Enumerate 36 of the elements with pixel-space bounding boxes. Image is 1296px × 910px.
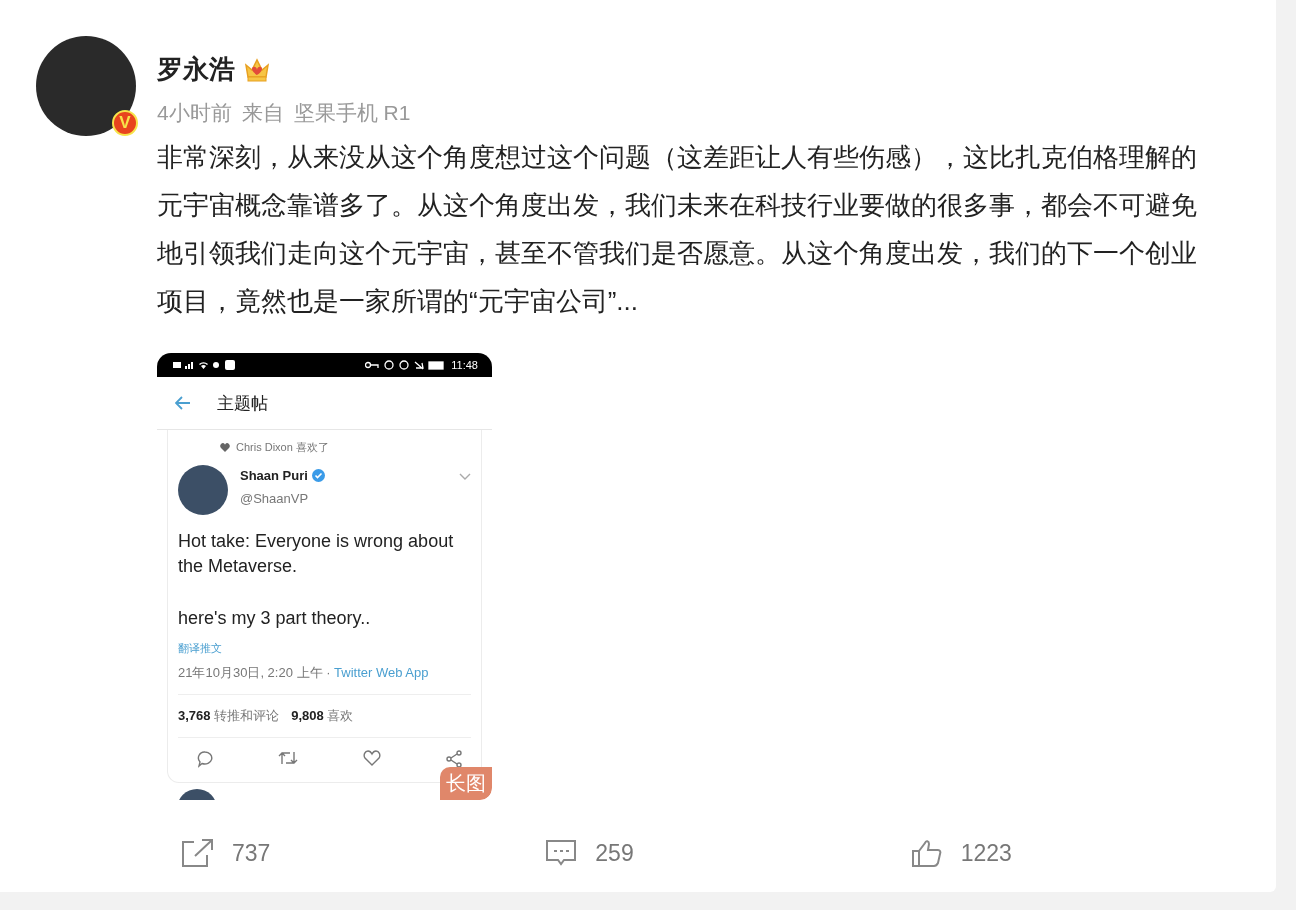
thumbs-up-icon xyxy=(910,838,943,868)
heart-icon xyxy=(362,750,381,766)
share-icon xyxy=(445,750,463,768)
like-action[interactable]: 1223 xyxy=(910,838,1276,868)
status-time: 11:48 xyxy=(451,359,478,371)
translate-link[interactable]: 翻译推文 xyxy=(178,641,471,656)
tweet-screenshot[interactable]: 11:48 主题帖 Chris Dixon 喜欢了 Shaan Puri @ShaanVP Hot take: Everyone is wrong about the Metaverse. here's my 3 part theory.. 翻译推文 21年10月30日, 2:20 上午 · Twitter Web App 3,768 转推和评论 9,808 喜欢 长图 xyxy=(157,353,492,800)
comment-action[interactable]: 259 xyxy=(545,838,911,868)
post-text: 非常深刻，从来没从这个角度想过这个问题（这差距让人有些伤感），这比扎克伯格理解的元宇宙概念靠谱多了。从这个角度出发，我们未来在科技行业要做的很多事，都会不可避免地引领我们走向这个元宇宙，甚至不管我们是否愿意。从这个角度出发，我们的下一个创业项目，竟然也是一家所谓的“元宇宙公司”... xyxy=(157,141,1198,318)
verified-check-icon xyxy=(311,469,325,482)
comment-icon xyxy=(196,750,214,768)
crown-icon xyxy=(243,56,271,83)
chevron-down-icon xyxy=(459,473,471,480)
author-name[interactable]: 罗永浩 xyxy=(157,52,235,87)
post-time: 4小时前 xyxy=(157,100,232,126)
liked-by-text: Chris Dixon 喜欢了 xyxy=(236,440,329,455)
client-link[interactable]: Twitter Web App xyxy=(334,665,429,680)
tweet-date: 21年10月30日, 2:20 上午 · xyxy=(178,665,332,680)
long-image-badge: 长图 xyxy=(440,767,492,800)
share-icon xyxy=(180,838,214,868)
heart-icon xyxy=(220,443,230,452)
tweet-text: Hot take: Everyone is wrong about the Metaverse. xyxy=(178,530,455,578)
source-device: 坚果手机 R1 xyxy=(293,100,411,126)
tweet-text: here's my 3 part theory.. xyxy=(178,607,372,630)
back-arrow-icon[interactable] xyxy=(175,396,191,410)
retweet-icon xyxy=(278,750,299,766)
verified-badge: V xyxy=(112,110,138,136)
tweet-author: Shaan Puri xyxy=(240,468,308,483)
repost-action[interactable]: 737 xyxy=(180,838,546,868)
tweet-stat: 3,768 转推和评论 xyxy=(178,707,280,725)
tweet-handle: @ShaanVP xyxy=(240,491,310,506)
page-title: 主题帖 xyxy=(217,392,268,415)
tweet-avatar xyxy=(178,465,228,515)
tweet-stat: 9,808 喜欢 xyxy=(291,707,354,725)
source-label: 来自 xyxy=(241,100,284,126)
comment-icon xyxy=(545,839,578,867)
